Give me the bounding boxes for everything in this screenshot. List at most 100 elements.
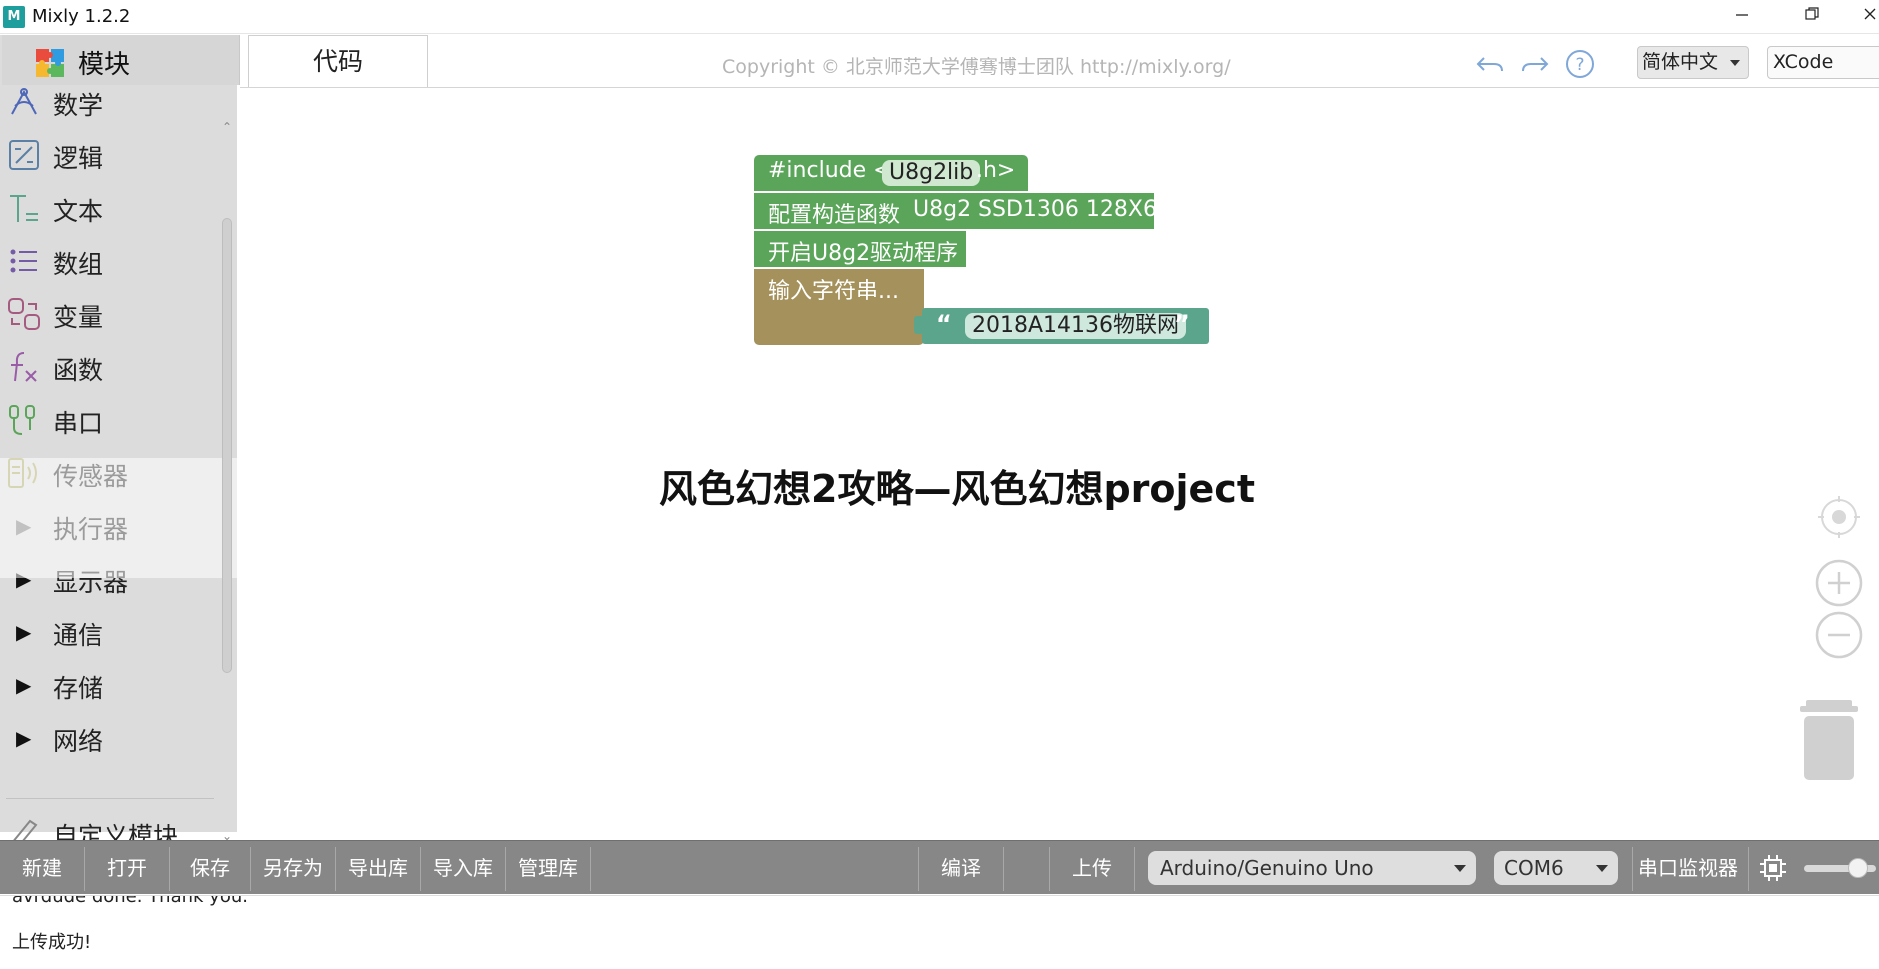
save-as-button[interactable]: 另存为 (251, 841, 335, 895)
block-constructor-label: 配置构造函数 (768, 203, 901, 228)
tab-code[interactable]: 代码 (248, 35, 428, 87)
bottom-toolbar: 新建 打开 保存 另存为 导出库 导入库 管理库 编译 上传 Arduino/G… (0, 840, 1879, 894)
language-select[interactable]: 简体中文 (1637, 46, 1749, 79)
expand-triangle-icon: ▶ (16, 567, 32, 591)
category-sensor[interactable]: 传感器 (0, 451, 218, 495)
block-include-suffix: .h> (976, 158, 1016, 183)
category-label: 显示器 (53, 568, 129, 597)
block-print-label: 输入字符串... (768, 279, 899, 304)
open-quote-icon: “ (936, 310, 952, 338)
overlay-heading: 风色幻想2攻略—风色幻想project (659, 467, 1255, 511)
restore-icon[interactable] (1792, 2, 1832, 32)
logic-icon (9, 140, 39, 170)
compile-button[interactable]: 编译 (919, 841, 1003, 895)
port-value: COM6 (1504, 856, 1564, 880)
title-bar: M Mixly 1.2.2 (0, 0, 1879, 34)
category-list: 数学 逻辑 文本 数组 变量 函数 串口 传感器 ▶ 执行器 ▶ 显示器 ▶ 通… (0, 80, 218, 851)
text-icon (10, 195, 38, 222)
board-value: Arduino/Genuino Uno (1160, 856, 1374, 880)
zoom-out-icon[interactable] (1814, 610, 1864, 660)
port-select[interactable]: COM6 (1494, 851, 1618, 885)
board-select[interactable]: Arduino/Genuino Uno (1148, 851, 1476, 885)
category-label: 传感器 (53, 462, 129, 491)
function-icon (11, 352, 37, 382)
output-console[interactable]: avrdude done. Thank you. 上传成功! (0, 895, 1879, 969)
category-text[interactable]: 文本 (0, 186, 218, 230)
scroll-up-icon[interactable]: ⌃ (222, 120, 232, 134)
category-label: 数组 (53, 250, 104, 279)
window-title: Mixly 1.2.2 (32, 6, 131, 27)
category-display[interactable]: ▶ 显示器 (0, 557, 218, 601)
block-print-string[interactable]: 输入字符串... (754, 269, 924, 345)
category-label: 函数 (53, 356, 104, 385)
category-label: 网络 (53, 727, 104, 756)
mixly-logo-icon: M (3, 6, 25, 28)
toolbox-header[interactable]: 模块 (2, 35, 240, 85)
expand-triangle-icon: ▶ (16, 726, 32, 750)
sensor-icon (8, 458, 37, 488)
manage-library-button[interactable]: 管理库 (506, 841, 590, 895)
category-label: 通信 (53, 621, 104, 650)
toolbox-divider (6, 798, 214, 799)
category-actuator[interactable]: ▶ 执行器 (0, 504, 218, 548)
category-label: 存储 (53, 674, 104, 703)
theme-select[interactable]: XCode (1767, 46, 1879, 79)
export-library-button[interactable]: 导出库 (336, 841, 420, 895)
block-include-lib-field[interactable]: U8g2lib (882, 160, 981, 186)
block-include[interactable]: #include < U8g2lib .h> (754, 155, 1028, 191)
block-text-string[interactable]: “ 2018A14136物联网 ” (914, 308, 1209, 344)
close-icon[interactable] (1850, 2, 1879, 32)
toolbar-separator (1748, 847, 1749, 891)
trash-icon[interactable] (1796, 698, 1862, 782)
copyright-text: Copyright © 北京师范大学傅骞博士团队 http://mixly.or… (722, 56, 1231, 78)
chip-icon[interactable] (1758, 853, 1788, 883)
category-label: 数学 (53, 91, 104, 120)
category-label: 变量 (53, 303, 104, 332)
category-function[interactable]: 函数 (0, 345, 218, 389)
redo-icon[interactable] (1519, 48, 1551, 80)
category-math[interactable]: 数学 (0, 80, 218, 124)
category-logic[interactable]: 逻辑 (0, 133, 218, 177)
category-list-array[interactable]: 数组 (0, 239, 218, 283)
mixly-window: M Mixly 1.2.2 模块 数学 逻辑 文本 数组 变量 函数 串口 传感… (0, 0, 1879, 969)
category-serial[interactable]: 串口 (0, 398, 218, 442)
help-icon[interactable]: ? (1564, 48, 1596, 80)
close-quote-icon: ” (1174, 310, 1190, 338)
category-network[interactable]: ▶ 网络 (0, 716, 218, 760)
toolbox-scroll-thumb[interactable] (222, 218, 232, 673)
open-button[interactable]: 打开 (85, 841, 169, 895)
recenter-icon[interactable] (1816, 494, 1862, 540)
serial-monitor-button[interactable]: 串口监视器 (1633, 841, 1743, 895)
block-constructor-value[interactable]: U8g2 SSD1306 128X64 (913, 197, 1171, 222)
zoom-in-icon[interactable] (1814, 558, 1864, 608)
new-button[interactable]: 新建 (0, 841, 84, 895)
category-label: 逻辑 (53, 144, 104, 173)
block-text-value-field[interactable]: 2018A14136物联网 (965, 313, 1187, 339)
upload-button[interactable]: 上传 (1050, 841, 1134, 895)
toolbox-header-label: 模块 (78, 50, 131, 80)
toolbar-separator (1003, 847, 1004, 891)
serial-icon (9, 405, 35, 435)
svg-text:?: ? (1575, 55, 1584, 75)
expand-triangle-icon: ▶ (16, 673, 32, 697)
category-communication[interactable]: ▶ 通信 (0, 610, 218, 654)
toolbox-vertical-scrollbar[interactable]: ⌃ ⌄ (220, 85, 236, 845)
block-u8g2-constructor[interactable]: 配置构造函数 U8g2 SSD1306 128X64 (754, 193, 1171, 229)
variable-icon (8, 298, 40, 330)
category-label: 文本 (53, 197, 104, 226)
minimize-icon[interactable] (1722, 2, 1762, 32)
math-icon (11, 88, 37, 115)
chevron-down-icon (1730, 60, 1740, 66)
category-variable[interactable]: 变量 (0, 292, 218, 336)
list-icon (10, 249, 37, 273)
save-button[interactable]: 保存 (170, 841, 250, 895)
toolbar-separator (1134, 847, 1135, 891)
block-u8g2-begin[interactable]: 开启U8g2驱动程序 (754, 231, 966, 267)
theme-value: XCode (1773, 51, 1834, 73)
category-storage[interactable]: ▶ 存储 (0, 663, 218, 707)
undo-icon[interactable] (1474, 48, 1506, 80)
toolbar-separator (590, 847, 591, 891)
import-library-button[interactable]: 导入库 (421, 841, 505, 895)
block-begin-label: 开启U8g2驱动程序 (768, 241, 959, 266)
size-slider-handle[interactable] (1848, 858, 1868, 878)
